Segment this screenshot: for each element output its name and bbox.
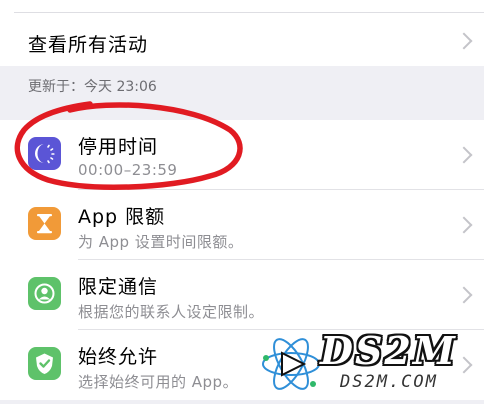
section-header: 更新于：今天 23:06 (0, 66, 484, 120)
always-allowed-subtitle: 选择始终可用的 App。 (78, 373, 239, 391)
communication-limits-subtitle: 根据您的联系人设定限制。 (78, 303, 265, 321)
downtime-subtitle: 00:00–23:59 (78, 161, 178, 179)
communication-limits-title: 限定通信 (78, 276, 159, 298)
top-card: 查看所有活动 (0, 0, 484, 66)
checkmark-shield-icon (28, 347, 61, 380)
chevron-right-icon (455, 146, 473, 164)
chevron-right-icon (455, 216, 473, 234)
person-circle-icon (28, 277, 61, 310)
app-limits-row[interactable]: App 限额 为 App 设置时间限额。 (0, 190, 484, 260)
updated-time-label: 更新于：今天 23:06 (28, 79, 157, 95)
view-all-activity-row[interactable]: 查看所有活动 (0, 14, 484, 66)
downtime-row[interactable]: 停用时间 00:00–23:59 (0, 120, 484, 190)
downtime-title: 停用时间 (78, 136, 159, 158)
chevron-right-icon (455, 286, 473, 304)
atom-logo-icon (262, 338, 320, 390)
chevron-right-icon (455, 32, 473, 50)
always-allowed-title: 始终允许 (78, 346, 159, 368)
downtime-icon (28, 137, 61, 170)
watermark-main-text: DS2M (320, 328, 457, 373)
hourglass-icon (28, 207, 61, 240)
divider (14, 12, 484, 13)
app-limits-subtitle: 为 App 设置时间限额。 (78, 233, 244, 251)
app-limits-title: App 限额 (78, 206, 166, 228)
watermark-sub-text: DS2M.COM (340, 372, 438, 392)
watermark: DS2M DS2M.COM (258, 328, 484, 400)
view-all-activity-label: 查看所有活动 (28, 34, 149, 56)
communication-limits-row[interactable]: 限定通信 根据您的联系人设定限制。 (0, 260, 484, 330)
